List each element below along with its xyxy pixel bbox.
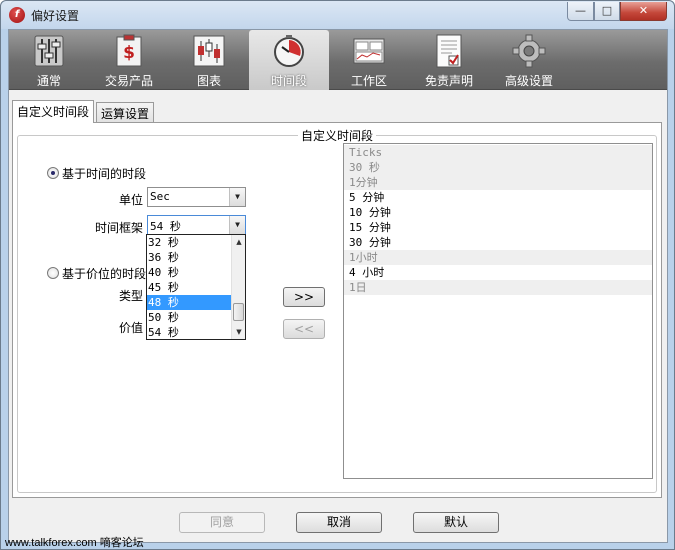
dropdown-option[interactable]: 45 秒 [147, 280, 231, 295]
preferences-window: f 偏好设置 — □ ✕ 通常 $ 交易产品 图表 时间段 工作区 免责声明 高… [0, 0, 675, 550]
tab-custom-periods[interactable]: 自定义时间段 [12, 100, 94, 123]
sliders-icon [34, 35, 64, 67]
list-item[interactable]: 1小时 [344, 250, 652, 265]
toolbar-label: 通常 [36, 74, 61, 88]
list-item[interactable]: 10 分钟 [344, 205, 652, 220]
add-period-button[interactable]: >> [283, 287, 325, 307]
client-area: 通常 $ 交易产品 图表 时间段 工作区 免责声明 高级设置 自定义时间段 运算… [8, 29, 668, 543]
dollar-document-icon: $ [116, 34, 142, 67]
disclaimer-document-icon [436, 34, 462, 68]
timeframe-combo[interactable]: 54 秒 ▼ [147, 215, 246, 235]
time-based-label: 基于时间的时段 [62, 167, 147, 181]
list-item[interactable]: 30 分钟 [344, 235, 652, 250]
toolbar-item-general[interactable]: 通常 [9, 30, 89, 90]
window-title: 偏好设置 [31, 9, 80, 23]
list-item[interactable]: 15 分钟 [344, 220, 652, 235]
dropdown-option[interactable]: 36 秒 [147, 250, 231, 265]
list-item[interactable]: 4 小时 [344, 265, 652, 280]
candlestick-chart-icon [193, 35, 225, 67]
toolbar-label: 工作区 [350, 74, 387, 88]
scroll-thumb[interactable] [233, 303, 244, 321]
price-based-label: 基于价位的时段 [62, 267, 147, 281]
time-based-radio[interactable]: 基于时间的时段 [47, 165, 146, 182]
toolbar-label: 时间段 [270, 74, 307, 88]
toolbar-label: 高级设置 [504, 74, 553, 88]
category-toolbar: 通常 $ 交易产品 图表 时间段 工作区 免责声明 高级设置 [9, 30, 667, 90]
scroll-up-icon[interactable]: ▲ [232, 235, 246, 249]
dropdown-scrollbar[interactable]: ▲ ▼ [231, 235, 245, 339]
radio-unchecked-icon[interactable] [47, 267, 59, 279]
dropdown-option[interactable]: 50 秒 [147, 310, 231, 325]
toolbar-item-instruments[interactable]: $ 交易产品 [89, 30, 169, 90]
minimize-button[interactable]: — [567, 2, 594, 21]
dropdown-option[interactable]: 40 秒 [147, 265, 231, 280]
workspace-icon [353, 38, 385, 64]
watermark-text: www.talkforex.com 嘀客论坛 [5, 537, 144, 549]
clock-icon [274, 35, 304, 67]
tab-panel: 自定义时间段 基于时间的时段 单位 Sec ▼ 时间框架 54 秒 ▼ 基于价位… [12, 122, 662, 498]
toolbar-item-workspace[interactable]: 工作区 [329, 30, 409, 90]
unit-combo[interactable]: Sec ▼ [147, 187, 246, 207]
list-item[interactable]: 1日 [344, 280, 652, 295]
remove-period-button[interactable]: << [283, 319, 325, 339]
type-label: 类型 [118, 289, 143, 303]
unit-label: 单位 [118, 193, 143, 207]
timeframe-dropdown-list[interactable]: 32 秒 36 秒 40 秒 45 秒 48 秒 50 秒 54 秒 ▲ ▼ [146, 234, 246, 340]
dropdown-option[interactable]: 54 秒 [147, 325, 231, 339]
chevron-down-icon[interactable]: ▼ [229, 188, 245, 206]
toolbar-item-charts[interactable]: 图表 [169, 30, 249, 90]
list-item[interactable]: 30 秒 [344, 160, 652, 175]
tab-calculation-settings[interactable]: 运算设置 [96, 102, 154, 122]
period-list[interactable]: Ticks 30 秒 1分钟 5 分钟 10 分钟 15 分钟 30 分钟 1小… [343, 143, 653, 479]
timeframe-value: 54 秒 [150, 220, 181, 233]
close-button[interactable]: ✕ [620, 2, 667, 21]
timeframe-label: 时间框架 [94, 221, 143, 235]
maximize-button[interactable]: □ [594, 2, 620, 21]
radio-checked-icon[interactable] [47, 167, 59, 179]
toolbar-item-disclaimer[interactable]: 免责声明 [409, 30, 489, 90]
svg-text:$: $ [123, 43, 135, 63]
group-legend: 自定义时间段 [298, 127, 377, 144]
toolbar-label: 图表 [196, 74, 221, 88]
app-logo-icon: f [9, 7, 25, 23]
toolbar-label: 交易产品 [104, 74, 153, 88]
title-bar[interactable]: f 偏好设置 — □ ✕ [1, 1, 674, 29]
gear-icon [512, 34, 546, 68]
cancel-button[interactable]: 取消 [296, 512, 382, 533]
unit-value: Sec [150, 190, 170, 203]
price-based-radio[interactable]: 基于价位的时段 [47, 265, 146, 282]
dropdown-option[interactable]: 32 秒 [147, 235, 231, 250]
toolbar-label: 免责声明 [424, 74, 473, 88]
default-button[interactable]: 默认 [413, 512, 499, 533]
list-item[interactable]: 1分钟 [344, 175, 652, 190]
toolbar-item-time-periods[interactable]: 时间段 [249, 30, 329, 90]
list-item[interactable]: Ticks [344, 145, 652, 160]
chevron-down-icon[interactable]: ▼ [229, 216, 245, 234]
dropdown-option-selected[interactable]: 48 秒 [147, 295, 231, 310]
ok-button[interactable]: 同意 [179, 512, 265, 533]
toolbar-item-advanced[interactable]: 高级设置 [489, 30, 569, 90]
value-label: 价值 [118, 321, 143, 335]
list-item[interactable]: 5 分钟 [344, 190, 652, 205]
scroll-down-icon[interactable]: ▼ [232, 325, 246, 339]
